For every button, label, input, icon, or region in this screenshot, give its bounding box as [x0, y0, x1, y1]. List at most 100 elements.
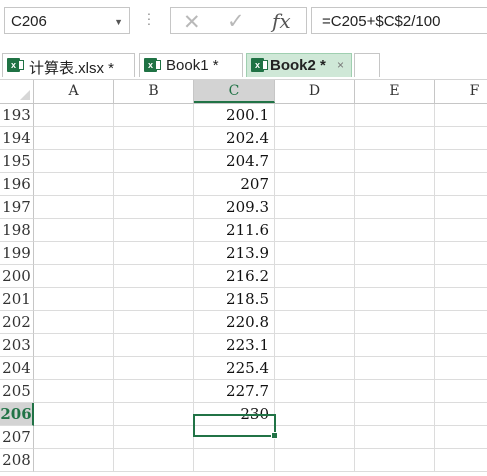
cell-d[interactable]: [275, 242, 355, 265]
name-box[interactable]: C206 ▼: [4, 7, 130, 34]
cell-b[interactable]: [114, 127, 194, 150]
cell-c[interactable]: 230: [194, 403, 275, 426]
cell-d[interactable]: [275, 426, 355, 449]
cell-a[interactable]: [34, 311, 114, 334]
cell-b[interactable]: [114, 426, 194, 449]
formula-input[interactable]: =C205+$C$2/100: [311, 7, 487, 34]
cell-d[interactable]: [275, 173, 355, 196]
row-header[interactable]: 203: [0, 334, 34, 357]
cell-b[interactable]: [114, 196, 194, 219]
cell-f[interactable]: [435, 265, 487, 288]
cell-f[interactable]: [435, 357, 487, 380]
cell-e[interactable]: [355, 449, 435, 472]
cell-f[interactable]: [435, 104, 487, 127]
column-header-b[interactable]: B: [114, 80, 194, 103]
cell-e[interactable]: [355, 219, 435, 242]
cell-d[interactable]: [275, 357, 355, 380]
new-tab-button[interactable]: [354, 53, 380, 77]
row-header[interactable]: 204: [0, 357, 34, 380]
cell-a[interactable]: [34, 449, 114, 472]
cell-d[interactable]: [275, 196, 355, 219]
cell-a[interactable]: [34, 380, 114, 403]
cell-a[interactable]: [34, 265, 114, 288]
row-header[interactable]: 196: [0, 173, 34, 196]
cell-c[interactable]: 209.3: [194, 196, 275, 219]
tab-workbook-3[interactable]: x Book2 * ×: [246, 53, 352, 77]
cell-a[interactable]: [34, 173, 114, 196]
cell-c[interactable]: 225.4: [194, 357, 275, 380]
row-header[interactable]: 208: [0, 449, 34, 472]
cell-f[interactable]: [435, 311, 487, 334]
column-header-d[interactable]: D: [275, 80, 355, 103]
cell-f[interactable]: [435, 150, 487, 173]
cell-d[interactable]: [275, 334, 355, 357]
row-header[interactable]: 207: [0, 426, 34, 449]
cell-b[interactable]: [114, 242, 194, 265]
cell-e[interactable]: [355, 104, 435, 127]
cell-e[interactable]: [355, 380, 435, 403]
cell-a[interactable]: [34, 334, 114, 357]
cell-d[interactable]: [275, 288, 355, 311]
cell-b[interactable]: [114, 150, 194, 173]
cell-e[interactable]: [355, 150, 435, 173]
cell-c[interactable]: [194, 426, 275, 449]
cell-b[interactable]: [114, 265, 194, 288]
cell-b[interactable]: [114, 380, 194, 403]
fx-icon[interactable]: fx: [272, 9, 291, 33]
cell-d[interactable]: [275, 127, 355, 150]
cell-c[interactable]: 227.7: [194, 380, 275, 403]
cell-a[interactable]: [34, 357, 114, 380]
cell-c[interactable]: 202.4: [194, 127, 275, 150]
cell-f[interactable]: [435, 334, 487, 357]
cell-c[interactable]: [194, 449, 275, 472]
cell-f[interactable]: [435, 196, 487, 219]
cell-c[interactable]: 223.1: [194, 334, 275, 357]
column-header-c[interactable]: C: [194, 80, 275, 103]
cell-c[interactable]: 200.1: [194, 104, 275, 127]
cell-e[interactable]: [355, 196, 435, 219]
x-icon[interactable]: ✕: [183, 10, 201, 35]
row-header[interactable]: 201: [0, 288, 34, 311]
cell-b[interactable]: [114, 334, 194, 357]
check-icon[interactable]: ✓: [227, 9, 245, 34]
column-header-f[interactable]: F: [435, 80, 487, 103]
cell-f[interactable]: [435, 426, 487, 449]
name-box-value[interactable]: C206: [11, 13, 47, 30]
cell-c[interactable]: 207: [194, 173, 275, 196]
cell-e[interactable]: [355, 265, 435, 288]
cell-e[interactable]: [355, 288, 435, 311]
tab-workbook-2[interactable]: x Book1 *: [139, 53, 243, 77]
cell-a[interactable]: [34, 242, 114, 265]
cell-a[interactable]: [34, 196, 114, 219]
cell-d[interactable]: [275, 219, 355, 242]
row-header[interactable]: 206: [0, 403, 34, 426]
cell-a[interactable]: [34, 219, 114, 242]
cell-e[interactable]: [355, 334, 435, 357]
close-icon[interactable]: ×: [337, 58, 344, 72]
cell-a[interactable]: [34, 288, 114, 311]
chevron-down-icon[interactable]: ▼: [114, 17, 123, 27]
cell-e[interactable]: [355, 242, 435, 265]
column-header-e[interactable]: E: [355, 80, 435, 103]
cell-c[interactable]: 220.8: [194, 311, 275, 334]
cell-e[interactable]: [355, 311, 435, 334]
cell-e[interactable]: [355, 403, 435, 426]
row-header[interactable]: 205: [0, 380, 34, 403]
cell-b[interactable]: [114, 311, 194, 334]
cell-f[interactable]: [435, 403, 487, 426]
row-header[interactable]: 198: [0, 219, 34, 242]
cell-a[interactable]: [34, 426, 114, 449]
cell-f[interactable]: [435, 242, 487, 265]
row-header[interactable]: 202: [0, 311, 34, 334]
cell-b[interactable]: [114, 403, 194, 426]
cell-f[interactable]: [435, 288, 487, 311]
cell-a[interactable]: [34, 127, 114, 150]
cell-e[interactable]: [355, 357, 435, 380]
cell-e[interactable]: [355, 426, 435, 449]
cell-c[interactable]: 218.5: [194, 288, 275, 311]
cell-a[interactable]: [34, 104, 114, 127]
tab-workbook-1[interactable]: x 计算表.xlsx *: [2, 53, 135, 77]
cell-e[interactable]: [355, 173, 435, 196]
row-header[interactable]: 194: [0, 127, 34, 150]
row-header[interactable]: 195: [0, 150, 34, 173]
